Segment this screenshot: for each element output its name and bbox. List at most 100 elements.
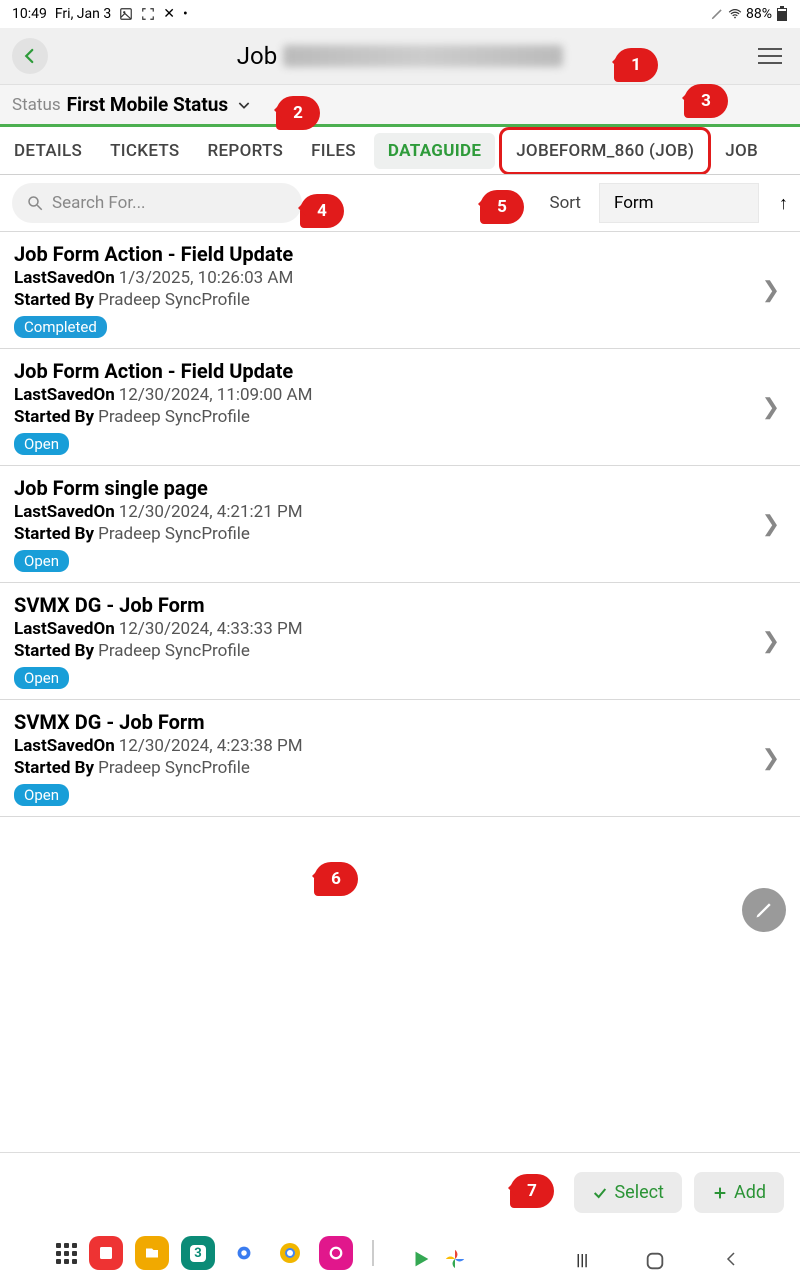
tray-app-2[interactable] (135, 1236, 169, 1270)
title-text: Job (237, 42, 277, 70)
fullscreen-icon (141, 7, 155, 21)
tab-files[interactable]: FILES (297, 127, 370, 175)
saved-value: 12/30/2024, 4:33:33 PM (119, 619, 303, 639)
chevron-right-icon: ❯ (756, 278, 786, 303)
callout-7: 7 (510, 1174, 554, 1208)
item-title: Job Form single page (14, 476, 756, 500)
callout-5: 5 (480, 190, 524, 224)
tab-dataguide[interactable]: DATAGUIDE (374, 133, 495, 169)
list-item[interactable]: SVMX DG - Job Form LastSavedOn12/30/2024… (0, 583, 800, 700)
status-badge: Completed (14, 316, 107, 338)
search-sort-row: Search For... Sort Form ↑ (0, 175, 800, 231)
by-value: Pradeep SyncProfile (98, 524, 250, 544)
tab-jobeform-860[interactable]: JOBEFORM_860 (JOB) (499, 127, 711, 175)
tab-tickets[interactable]: TICKETS (96, 127, 193, 175)
sort-select[interactable]: Form (599, 183, 759, 223)
callout-2: 2 (276, 96, 320, 130)
status-date: Fri, Jan 3 (55, 6, 111, 22)
menu-button[interactable] (752, 48, 788, 64)
item-title: SVMX DG - Job Form (14, 593, 756, 617)
search-icon (26, 194, 44, 212)
chevron-right-icon: ❯ (756, 746, 786, 771)
item-title: Job Form Action - Field Update (14, 242, 756, 266)
saved-label: LastSavedOn (14, 619, 115, 639)
tab-details[interactable]: DETAILS (0, 127, 96, 175)
select-label: Select (614, 1182, 663, 1203)
tray-app-chrome[interactable] (273, 1236, 307, 1270)
add-button[interactable]: Add (694, 1172, 784, 1213)
status-right: 88% (710, 6, 788, 22)
battery-text: 88% (746, 6, 772, 22)
tray-app-4[interactable] (227, 1236, 261, 1270)
list-item[interactable]: Job Form Action - Field Update LastSaved… (0, 231, 800, 349)
pen-icon (710, 7, 724, 21)
select-button[interactable]: Select (574, 1172, 681, 1213)
by-value: Pradeep SyncProfile (98, 290, 250, 310)
tray-app-1[interactable] (89, 1236, 123, 1270)
chevron-down-icon (236, 97, 252, 113)
app-drawer-icon[interactable] (56, 1243, 77, 1264)
plus-icon (712, 1185, 728, 1201)
status-badge: Open (14, 550, 69, 572)
dot-icon: • (183, 6, 188, 22)
title-blurred-text (283, 45, 563, 67)
status-badge: Open (14, 667, 69, 689)
tools-icon: ✕ (163, 6, 175, 22)
image-icon (119, 7, 133, 21)
saved-label: LastSavedOn (14, 385, 115, 405)
wifi-icon (728, 7, 742, 21)
status-label: Status (12, 95, 61, 115)
back-button[interactable] (12, 38, 48, 74)
by-label: Started By (14, 758, 94, 778)
callout-6: 6 (314, 862, 358, 896)
tray-separator (372, 1240, 374, 1266)
tray-app-5[interactable] (319, 1236, 353, 1270)
chevron-right-icon: ❯ (756, 512, 786, 537)
android-status-bar: 10:49 Fri, Jan 3 ✕ • 88% (0, 0, 800, 28)
list-item[interactable]: Job Form single page LastSavedOn12/30/20… (0, 466, 800, 583)
callout-3: 3 (684, 84, 728, 118)
battery-icon (776, 6, 788, 22)
item-title: SVMX DG - Job Form (14, 710, 756, 734)
list-item[interactable]: SVMX DG - Job Form LastSavedOn12/30/2024… (0, 700, 800, 817)
list-item[interactable]: Job Form Action - Field Update LastSaved… (0, 349, 800, 466)
nav-recents[interactable]: ||| (576, 1250, 588, 1272)
app-header: Job (0, 28, 800, 85)
saved-label: LastSavedOn (14, 502, 115, 522)
saved-value: 1/3/2025, 10:26:03 AM (119, 268, 294, 288)
by-label: Started By (14, 407, 94, 427)
nav-back[interactable] (722, 1250, 740, 1272)
tab-job[interactable]: JOB (711, 127, 772, 175)
chevron-right-icon: ❯ (756, 395, 786, 420)
search-input[interactable]: Search For... (12, 183, 302, 223)
tab-reports[interactable]: REPORTS (194, 127, 298, 175)
edit-fab[interactable] (742, 888, 786, 932)
by-value: Pradeep SyncProfile (98, 407, 250, 427)
add-label: Add (734, 1182, 766, 1203)
nav-home[interactable] (644, 1250, 666, 1272)
status-badge: Open (14, 784, 69, 806)
sort-value: Form (614, 193, 654, 213)
app-tray: 3 (56, 1236, 353, 1270)
bottom-divider (0, 1152, 800, 1153)
saved-label: LastSavedOn (14, 268, 115, 288)
android-nav: ||| (576, 1250, 740, 1272)
by-value: Pradeep SyncProfile (98, 641, 250, 661)
tray-app-photos[interactable] (444, 1248, 466, 1270)
callout-1: 1 (614, 48, 658, 82)
status-left: 10:49 Fri, Jan 3 ✕ • (12, 6, 188, 22)
sort-direction-button[interactable]: ↑ (779, 193, 788, 214)
search-placeholder: Search For... (52, 193, 146, 213)
sort-label: Sort (549, 193, 581, 213)
tabs-bar[interactable]: DETAILS TICKETS REPORTS FILES DATAGUIDE … (0, 127, 800, 175)
tray-app-3[interactable]: 3 (181, 1236, 215, 1270)
by-label: Started By (14, 524, 94, 544)
check-icon (592, 1185, 608, 1201)
item-title: Job Form Action - Field Update (14, 359, 756, 383)
tray-app-play[interactable] (410, 1248, 432, 1270)
saved-value: 12/30/2024, 4:23:38 PM (119, 736, 303, 756)
status-value: First Mobile Status (67, 93, 229, 116)
callout-4: 4 (300, 194, 344, 228)
tray-right (410, 1248, 466, 1270)
forms-list: Job Form Action - Field Update LastSaved… (0, 231, 800, 817)
